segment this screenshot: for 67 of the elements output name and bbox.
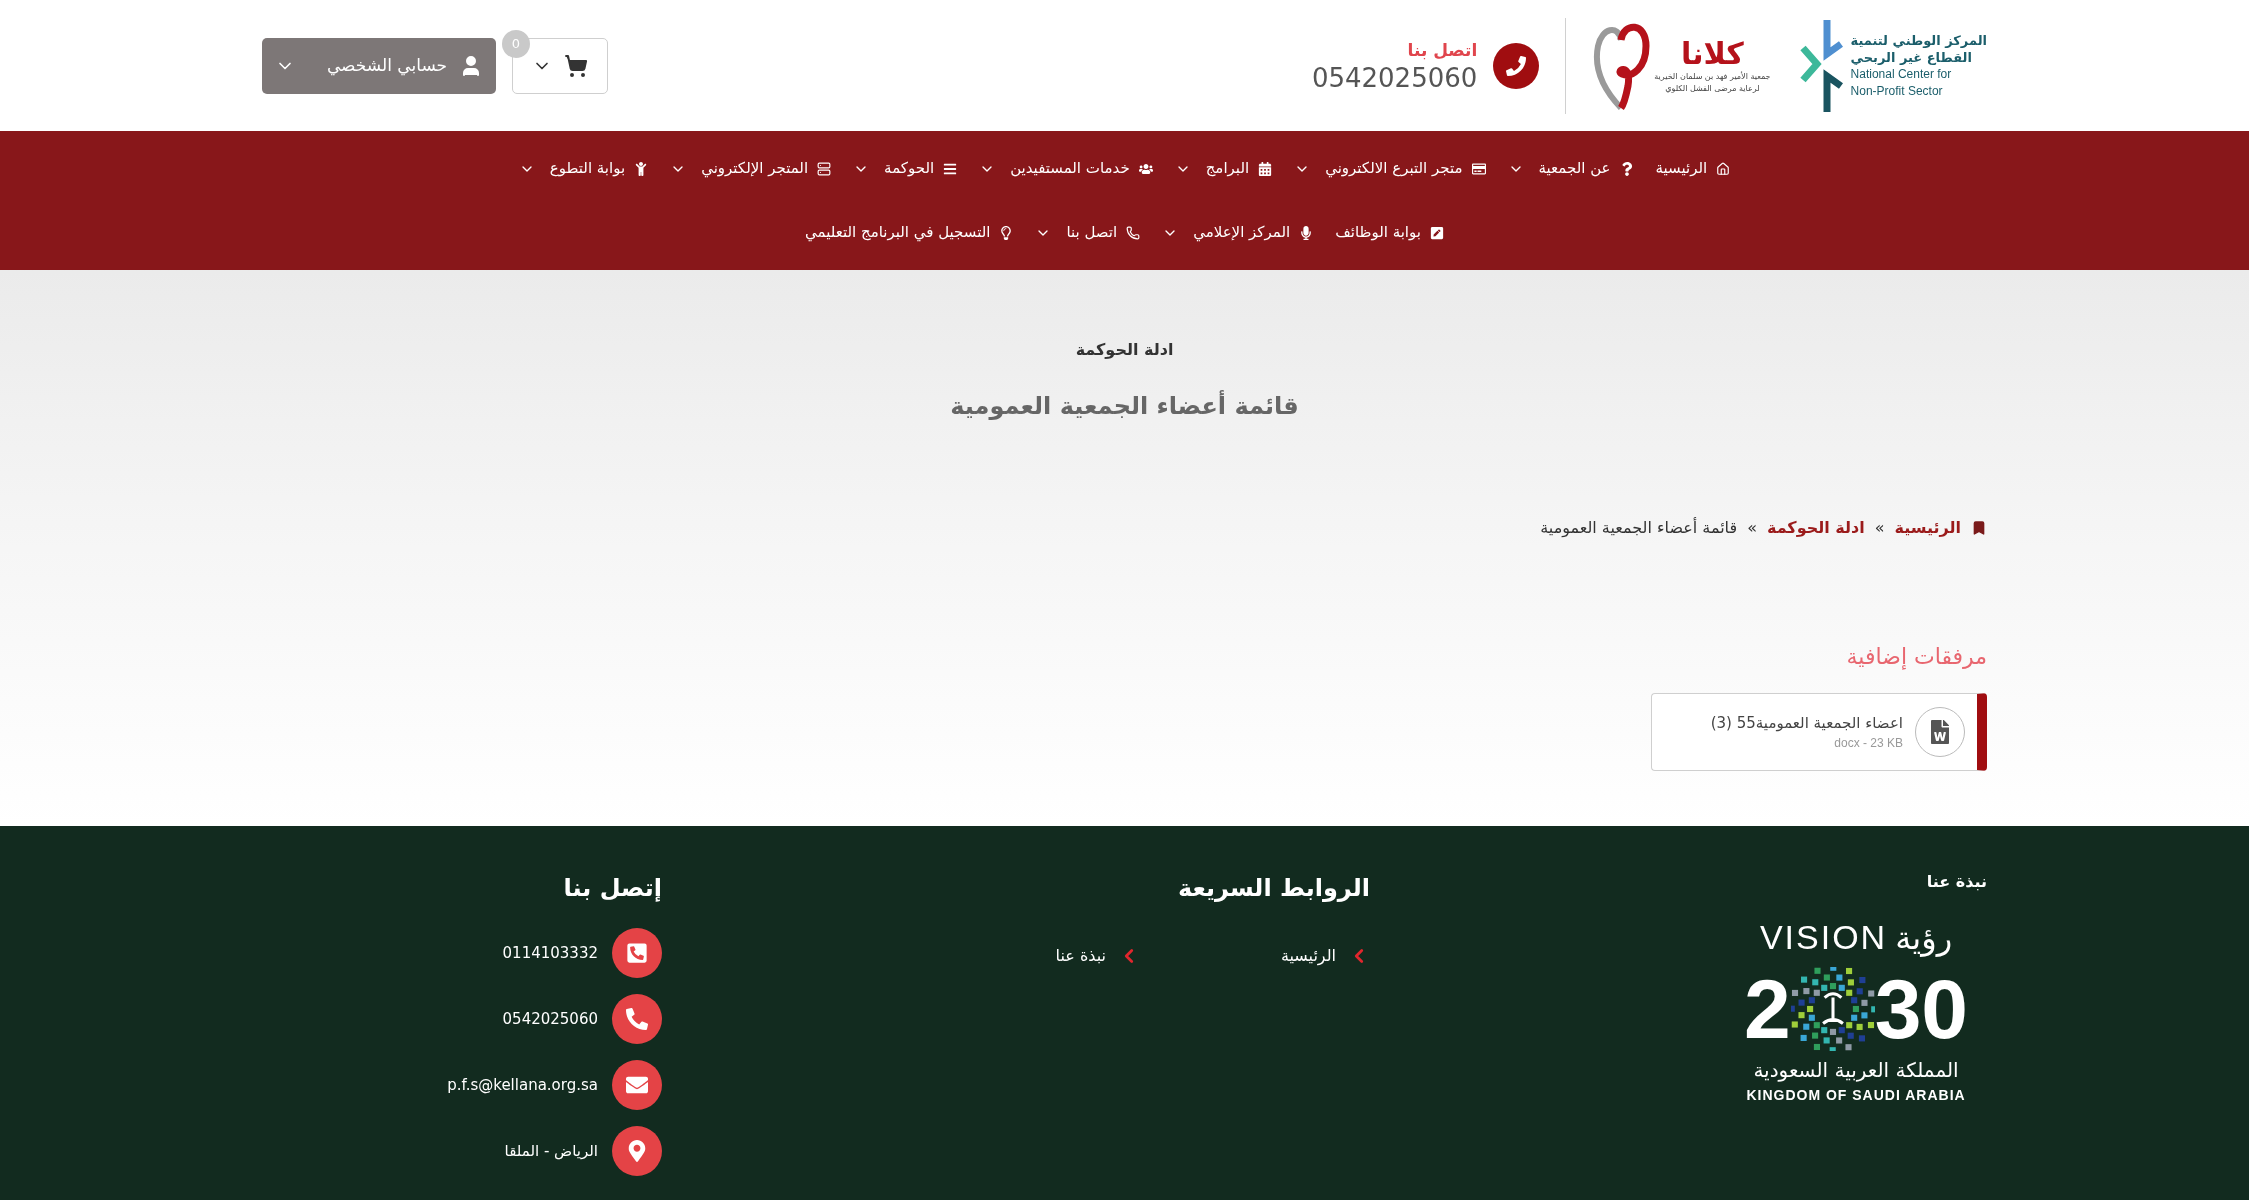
breadcrumb-link[interactable]: ادلة الحوكمة xyxy=(1766,516,1865,540)
nav-link[interactable]: بوابة الوظائف xyxy=(1335,221,1444,244)
nav-link[interactable]: عن الجمعية xyxy=(1507,157,1634,180)
logo-text: المملكة العربية السعودية xyxy=(1753,1057,1959,1084)
breadcrumb-link[interactable]: الرئيسية xyxy=(1894,516,1961,540)
footer-link[interactable]: الرئيسية xyxy=(1140,944,1370,968)
nav-link[interactable]: البرامج xyxy=(1174,157,1273,180)
nav-link[interactable]: التسجيل في البرنامج التعليمي xyxy=(805,221,1014,244)
nav-link[interactable]: الحوكمة xyxy=(853,157,958,180)
logo-text: جمعية الأمير فهد بن سلمان الخيرية xyxy=(1654,70,1771,83)
section-label: ادلة الحوكمة xyxy=(1075,339,1174,361)
logo-text: المركز الوطني لتنمية xyxy=(1850,31,1987,49)
lightbulb-icon xyxy=(999,225,1014,240)
cart-icon xyxy=(564,53,588,78)
cart-button[interactable] xyxy=(512,37,608,94)
emblem-logo-icon xyxy=(1790,967,1875,1051)
footer-heading: إتصل بنا xyxy=(563,873,662,904)
contact-text: 0542025060 xyxy=(502,1008,598,1030)
footer-link[interactable]: نبذة عنا xyxy=(910,944,1140,968)
nav-link[interactable]: المركز الإعلامي xyxy=(1162,221,1314,244)
nav-link[interactable]: بوابة التطوع xyxy=(518,157,649,180)
logo-text: 2 xyxy=(1743,967,1791,1051)
logo-text: لرعاية مرضى الفشل الكلوي xyxy=(1665,82,1760,95)
list-icon xyxy=(943,161,958,176)
contact-text: 0114103332 xyxy=(502,942,598,964)
phone-icon xyxy=(1126,225,1141,240)
nav-link[interactable]: الرئيسية xyxy=(1655,157,1731,180)
page-title: قائمة أعضاء الجمعية العمومية xyxy=(950,389,1299,422)
contact-text: الرياض - الملقا xyxy=(504,1140,598,1162)
logo-text: KINGDOM OF SAUDI ARABIA xyxy=(1746,1086,1966,1105)
account-button[interactable]: حسابي الشخصي xyxy=(262,37,496,94)
nav-link[interactable]: المتجر الإلكتروني xyxy=(670,157,832,180)
envelope-icon xyxy=(612,1060,662,1110)
card-icon xyxy=(1471,161,1486,176)
attachments-heading: مرفقات إضافية xyxy=(1845,643,1987,672)
phone-number: 0542025060 xyxy=(1311,63,1478,94)
edit-icon xyxy=(1429,225,1444,240)
nav-link[interactable]: اتصل بنا xyxy=(1035,221,1141,244)
logo-text: رؤية xyxy=(1895,917,1953,959)
microphone-icon xyxy=(1299,225,1314,240)
logo-text: Non-Profit Sector xyxy=(1850,82,1943,100)
contact-label: اتصل بنا xyxy=(1406,38,1478,62)
users-icon xyxy=(1138,161,1153,176)
logo-wordmark: كلانا xyxy=(1681,36,1744,71)
nav-link[interactable]: متجر التبرع الالكتروني xyxy=(1294,157,1486,180)
contact-text: p.f.s@kellana.org.sa xyxy=(447,1074,598,1096)
logo-text: القطاع غير الربحي xyxy=(1850,48,1972,66)
phone-icon xyxy=(612,994,662,1044)
breadcrumb-separator: » xyxy=(1874,517,1885,539)
footer-heading: الروابط السريعة xyxy=(1177,873,1370,904)
breadcrumb-current: قائمة أعضاء الجمعية العمومية xyxy=(1540,516,1738,540)
bookmark-icon xyxy=(1971,520,1987,536)
breadcrumb-separator: » xyxy=(1747,517,1757,539)
logo-text: 30 xyxy=(1874,967,1969,1051)
nav-link[interactable]: خدمات المستفيدين xyxy=(979,157,1153,180)
logo-text: VISION xyxy=(1759,917,1888,958)
logo-text: National Center for xyxy=(1850,65,1952,83)
person-icon xyxy=(634,161,649,176)
home-icon xyxy=(1716,161,1731,176)
footer-heading: نبذة عنا xyxy=(1926,871,1987,893)
file-meta: docx - 23 KB xyxy=(1833,735,1903,753)
calendar-icon xyxy=(1258,161,1273,176)
telephone-icon xyxy=(612,928,662,978)
file-name: اعضاء الجمعية العمومية55 (3) xyxy=(1710,712,1903,734)
map-pin-icon xyxy=(612,1126,662,1176)
server-icon xyxy=(817,161,832,176)
word-file-icon xyxy=(1915,707,1965,757)
